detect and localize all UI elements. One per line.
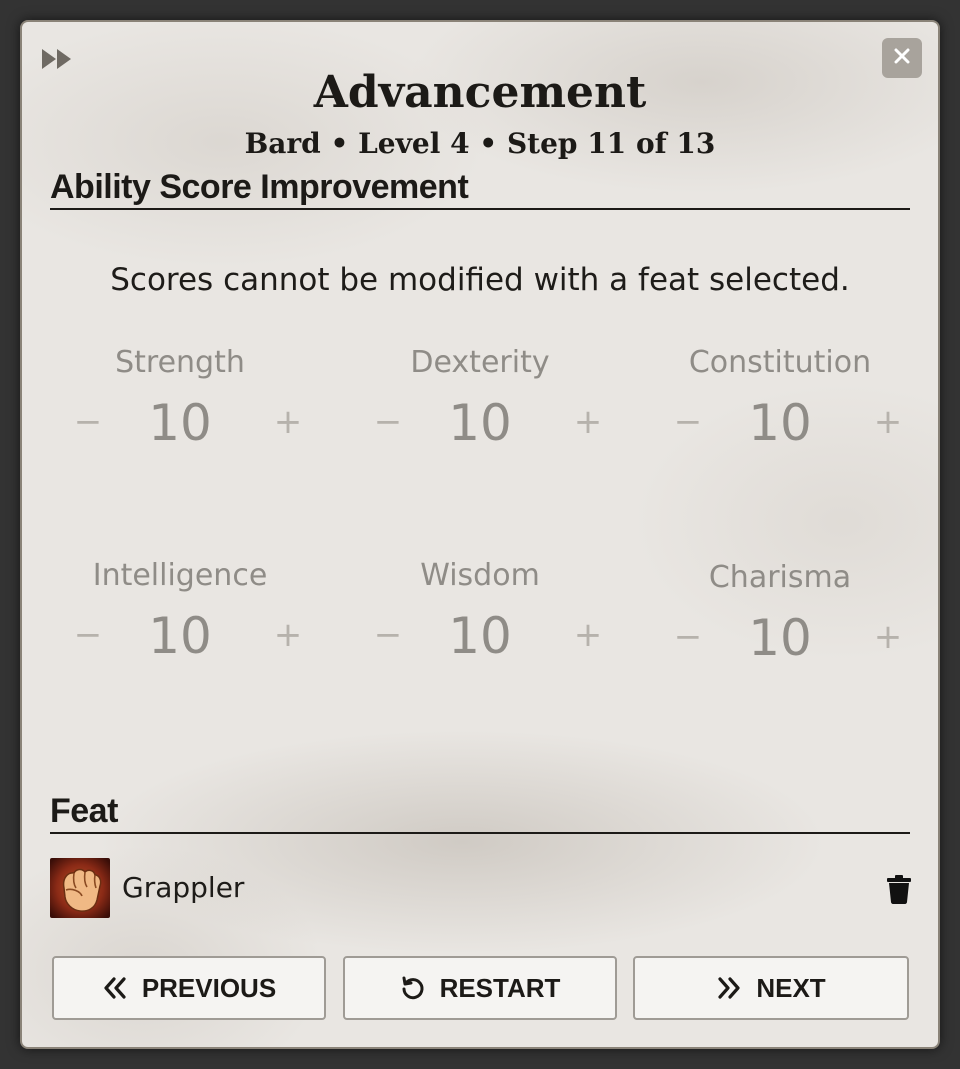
increment-dexterity-button[interactable]: + xyxy=(568,402,608,442)
ability-score-improvement-heading: Ability Score Improvement xyxy=(50,166,910,210)
ability-wisdom: Wisdom − 10 + xyxy=(330,555,630,705)
ability-score: 10 xyxy=(148,394,212,452)
ability-name: Charisma xyxy=(708,560,852,595)
decrement-intelligence-button[interactable]: − xyxy=(68,615,108,655)
ability-name: Wisdom xyxy=(420,558,540,593)
ability-name: Constitution xyxy=(688,345,872,380)
double-chevron-left-icon xyxy=(102,975,128,1001)
feat-name: Grappler xyxy=(122,871,245,904)
ability-intelligence: Intelligence − 10 + xyxy=(30,555,330,705)
restart-button[interactable]: RESTART xyxy=(343,956,617,1020)
dialog-title: Advancement xyxy=(313,67,647,118)
ability-strength: Strength − 10 + xyxy=(30,342,330,492)
ability-charisma: Charisma − 10 + xyxy=(630,557,930,707)
decrement-constitution-button[interactable]: − xyxy=(668,402,708,442)
advancement-dialog: Advancement Bard • Level 4 • Step 11 of … xyxy=(20,20,940,1049)
ability-name: Strength xyxy=(115,345,245,380)
increment-wisdom-button[interactable]: + xyxy=(568,615,608,655)
ability-score: 10 xyxy=(448,607,512,665)
decrement-wisdom-button[interactable]: − xyxy=(368,615,408,655)
ability-score: 10 xyxy=(448,394,512,452)
feat-selected-notice: Scores cannot be modified with a feat se… xyxy=(110,262,850,298)
decrement-strength-button[interactable]: − xyxy=(68,402,108,442)
restart-label: RESTART xyxy=(439,972,561,1003)
feat-item[interactable]: Grappler xyxy=(50,858,912,920)
ability-score: 10 xyxy=(748,394,812,452)
ability-name: Intelligence xyxy=(92,558,268,593)
decrement-dexterity-button[interactable]: − xyxy=(368,402,408,442)
fist-icon xyxy=(50,858,110,918)
previous-button[interactable]: PREVIOUS xyxy=(52,956,326,1020)
decrement-charisma-button[interactable]: − xyxy=(668,617,708,657)
restart-icon xyxy=(400,975,426,1001)
increment-constitution-button[interactable]: + xyxy=(868,402,908,442)
feat-heading: Feat xyxy=(50,790,910,834)
dialog-subtitle: Bard • Level 4 • Step 11 of 13 xyxy=(244,127,716,160)
increment-strength-button[interactable]: + xyxy=(268,402,308,442)
ability-score: 10 xyxy=(748,609,812,667)
ability-dexterity: Dexterity − 10 + xyxy=(330,342,630,492)
previous-label: PREVIOUS xyxy=(141,972,277,1003)
ability-name: Dexterity xyxy=(410,345,550,380)
double-chevron-right-icon xyxy=(716,975,742,1001)
increment-charisma-button[interactable]: + xyxy=(868,617,908,657)
increment-intelligence-button[interactable]: + xyxy=(268,615,308,655)
next-button[interactable]: NEXT xyxy=(633,956,909,1020)
ability-constitution: Constitution − 10 + xyxy=(630,342,930,492)
trash-icon[interactable] xyxy=(886,874,912,904)
next-label: NEXT xyxy=(756,972,826,1003)
ability-score: 10 xyxy=(148,607,212,665)
